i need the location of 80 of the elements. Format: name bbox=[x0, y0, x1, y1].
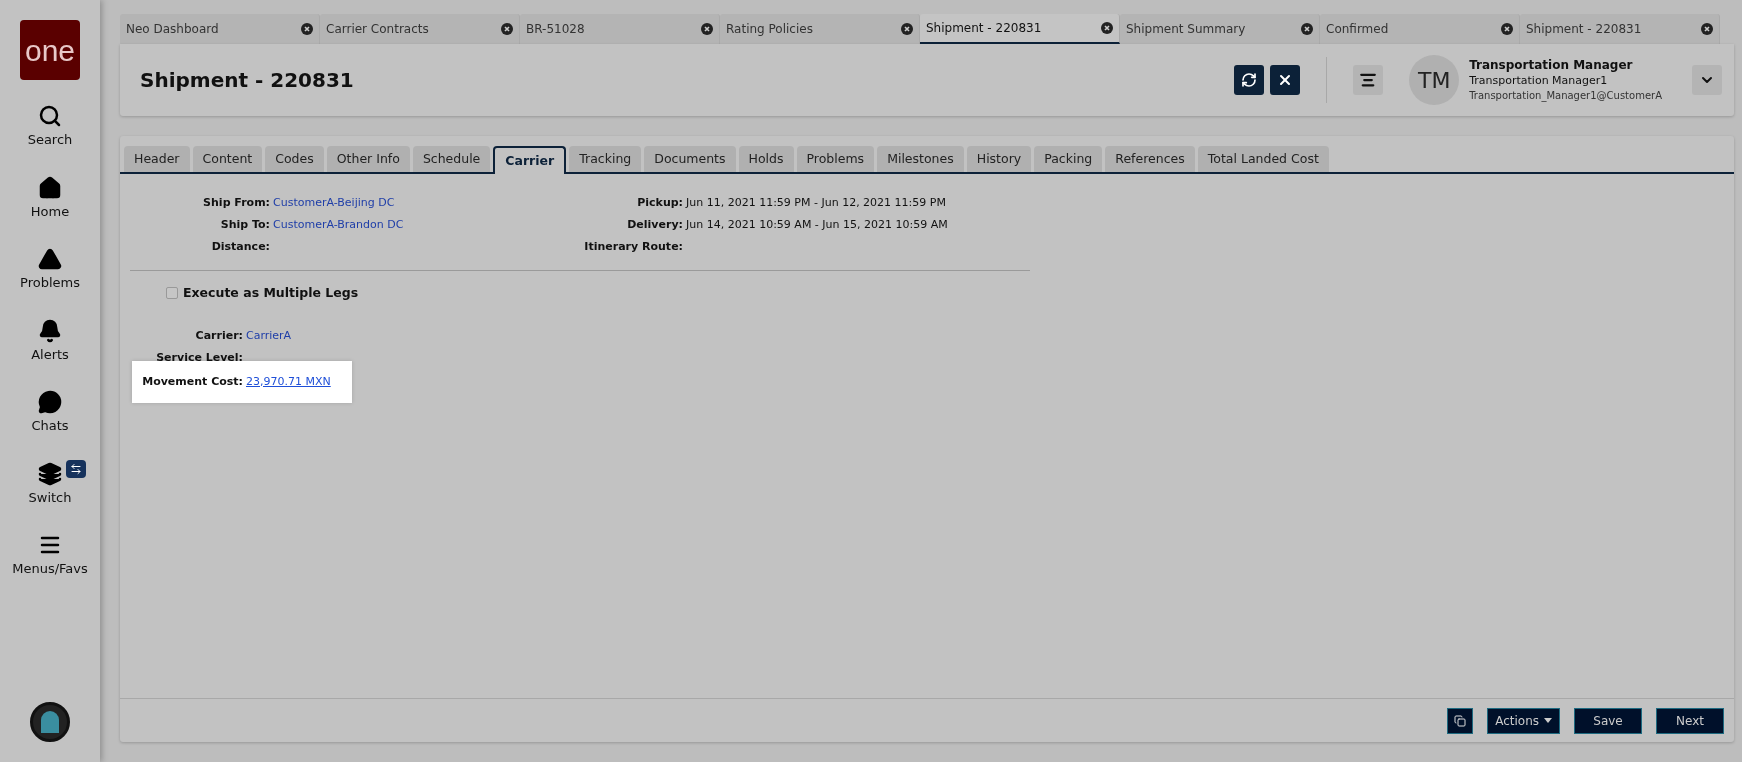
tab[interactable]: Documents bbox=[644, 146, 736, 172]
sidebar-item[interactable]: Switch bbox=[0, 461, 100, 507]
sidebar-item[interactable]: Search bbox=[0, 104, 100, 150]
caret-icon bbox=[1544, 718, 1552, 723]
avatar[interactable] bbox=[30, 702, 70, 742]
tab[interactable]: Carrier bbox=[493, 146, 567, 174]
copy-button[interactable] bbox=[1447, 707, 1474, 734]
page-title: Shipment - 220831 bbox=[140, 67, 354, 94]
dropdown-button[interactable] bbox=[1692, 65, 1722, 95]
close-button[interactable] bbox=[1270, 65, 1301, 95]
checkbox[interactable] bbox=[166, 287, 178, 300]
close-icon[interactable] bbox=[501, 23, 513, 35]
link[interactable]: CustomerA-Beijing DC bbox=[273, 194, 395, 212]
close-icon[interactable] bbox=[301, 23, 313, 35]
open-tab[interactable]: Rating Policies bbox=[720, 14, 920, 44]
open-tab[interactable]: Carrier Contracts bbox=[320, 14, 520, 44]
open-tab[interactable]: Shipment - 220831 bbox=[1520, 14, 1720, 44]
field-label: Itinerary Route: bbox=[583, 238, 684, 255]
bell-icon bbox=[38, 318, 62, 343]
open-tab[interactable]: Shipment Summary bbox=[1120, 14, 1320, 44]
field-label: Distance: bbox=[210, 238, 271, 255]
menu-button[interactable] bbox=[1353, 65, 1384, 95]
checkbox-label: Execute as Multiple Legs bbox=[183, 284, 359, 302]
field-value: Jun 14, 2021 10:59 AM - Jun 15, 2021 10:59 AM bbox=[686, 216, 948, 233]
close-icon[interactable] bbox=[701, 23, 713, 35]
field-label: Delivery: bbox=[626, 216, 684, 233]
refresh-button[interactable] bbox=[1234, 65, 1265, 95]
sidebar-item[interactable]: Home bbox=[0, 175, 100, 221]
tab[interactable]: Packing bbox=[1034, 146, 1103, 172]
field-label: Ship To: bbox=[219, 216, 271, 233]
warning-icon bbox=[38, 247, 62, 271]
field-value: Jun 11, 2021 11:59 PM - Jun 12, 2021 11:59 PM bbox=[686, 194, 946, 211]
home-icon bbox=[38, 175, 62, 200]
tab[interactable]: History bbox=[966, 146, 1032, 172]
close-icon[interactable] bbox=[901, 23, 913, 35]
close-icon[interactable] bbox=[1101, 22, 1113, 34]
close-icon[interactable] bbox=[1701, 23, 1713, 35]
tab[interactable]: Codes bbox=[265, 146, 324, 172]
tab[interactable]: References bbox=[1105, 146, 1195, 172]
user-name: Transportation Manager bbox=[1469, 57, 1634, 73]
user-avatar: TM bbox=[1409, 55, 1460, 105]
menu-icon bbox=[1359, 71, 1378, 89]
tab[interactable]: Milestones bbox=[877, 146, 964, 172]
copy-icon bbox=[1454, 714, 1467, 727]
open-tab[interactable]: BR-51028 bbox=[520, 14, 720, 44]
footer-button[interactable]: Save bbox=[1574, 707, 1642, 734]
close-icon[interactable] bbox=[1501, 23, 1513, 35]
tab[interactable]: Total Landed Cost bbox=[1197, 146, 1329, 172]
close-icon[interactable] bbox=[1301, 23, 1313, 35]
field-label: Carrier: bbox=[194, 327, 244, 344]
sidebar-item[interactable]: Problems bbox=[0, 247, 100, 293]
sidebar-item[interactable]: Alerts bbox=[0, 318, 100, 364]
field-label: Service Level: bbox=[155, 349, 244, 366]
link[interactable]: CarrierA bbox=[246, 327, 292, 344]
open-tab[interactable]: Shipment - 220831 bbox=[920, 14, 1120, 44]
logo[interactable]: one bbox=[20, 20, 80, 80]
tab[interactable]: Holds bbox=[738, 146, 794, 172]
tab[interactable]: Problems bbox=[796, 146, 875, 172]
link[interactable]: 23,970.71 MXN bbox=[246, 373, 331, 390]
field-label: Pickup: bbox=[636, 194, 684, 211]
actions-button[interactable]: Actions bbox=[1487, 707, 1560, 734]
link[interactable]: CustomerA-Brandon DC bbox=[273, 216, 404, 234]
chat-icon bbox=[38, 390, 62, 414]
user-login: Transportation_Manager1@CustomerA bbox=[1469, 88, 1662, 103]
tab[interactable]: Schedule bbox=[412, 146, 491, 172]
tab[interactable]: Content bbox=[192, 146, 263, 172]
user-role: Transportation Manager1 bbox=[1469, 72, 1609, 88]
footer-button[interactable]: Next bbox=[1656, 707, 1724, 734]
tab[interactable]: Other Info bbox=[326, 146, 410, 172]
open-tab[interactable]: Confirmed bbox=[1320, 14, 1520, 44]
sidebar-item[interactable]: Chats bbox=[0, 390, 100, 436]
switch-badge-icon bbox=[66, 459, 86, 478]
tab[interactable]: Header bbox=[124, 146, 190, 172]
search-icon bbox=[38, 104, 62, 128]
field-label: Ship From: bbox=[202, 194, 271, 211]
tab[interactable]: Tracking bbox=[569, 146, 642, 172]
sidebar-item[interactable]: Menus/Favs bbox=[0, 533, 100, 579]
field-label: Movement Cost: bbox=[141, 373, 244, 390]
refresh-icon bbox=[1241, 72, 1258, 88]
open-tab[interactable]: Neo Dashboard bbox=[120, 14, 320, 44]
